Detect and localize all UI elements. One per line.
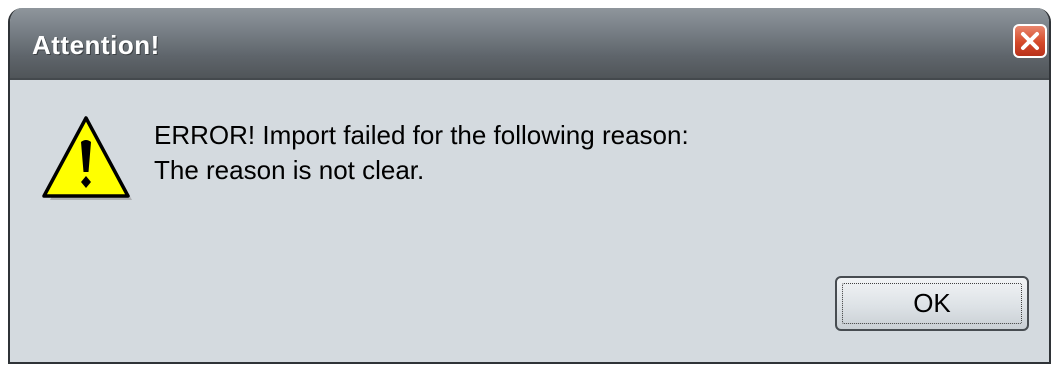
dialog-title: Attention!	[32, 30, 160, 60]
close-button[interactable]	[1013, 24, 1047, 58]
message-line-1: ERROR! Import failed for the following r…	[154, 120, 689, 150]
ok-button[interactable]: OK	[835, 276, 1029, 331]
error-message: ERROR! Import failed for the following r…	[154, 118, 689, 188]
close-x-icon	[1021, 32, 1039, 50]
message-line-2: The reason is not clear.	[154, 155, 425, 185]
error-dialog: Attention! ERROR! Import failed for the …	[8, 8, 1051, 364]
title-bar[interactable]: Attention!	[10, 8, 1049, 80]
warning-triangle-icon	[42, 116, 132, 200]
